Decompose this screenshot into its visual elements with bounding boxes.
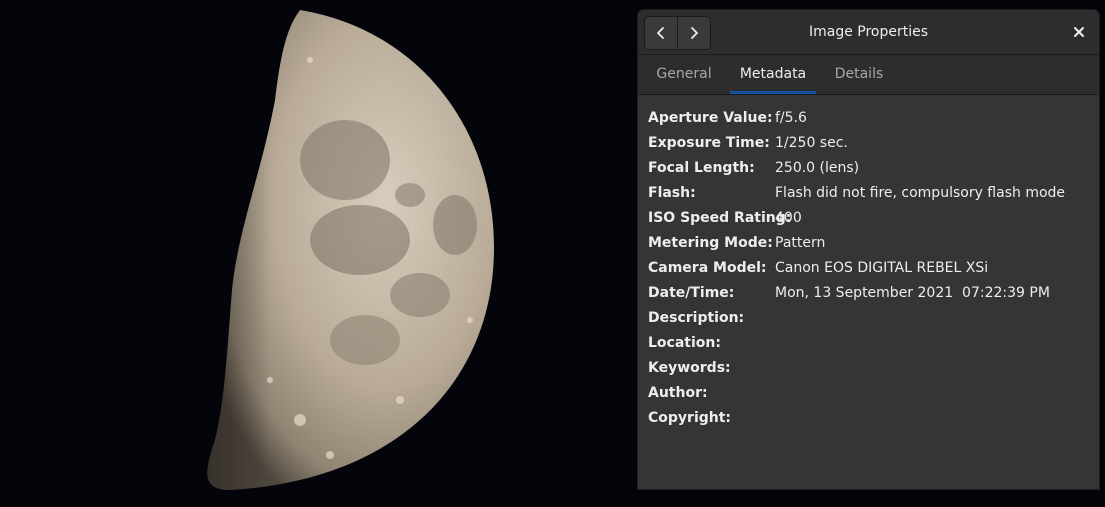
previous-image-button[interactable] bbox=[645, 17, 677, 49]
metadata-row-description: Description: bbox=[648, 308, 1093, 333]
metadata-key: Aperture Value: bbox=[648, 110, 773, 126]
metadata-row-keywords: Keywords: bbox=[648, 358, 1093, 383]
metadata-row-author: Author: bbox=[648, 383, 1093, 408]
navigation-buttons bbox=[644, 16, 711, 50]
metadata-row-aperture: Aperture Value: f/5.6 bbox=[648, 108, 1093, 133]
metadata-value: Pattern bbox=[775, 235, 826, 251]
metadata-value: Canon EOS DIGITAL REBEL XSi bbox=[775, 260, 989, 276]
metadata-key: Location: bbox=[648, 335, 721, 351]
metadata-row-camera-model: Camera Model: Canon EOS DIGITAL REBEL XS… bbox=[648, 258, 1093, 283]
metadata-key: Camera Model: bbox=[648, 260, 767, 276]
chevron-right-icon bbox=[691, 27, 698, 39]
chevron-left-icon bbox=[657, 27, 664, 39]
metadata-row-exposure: Exposure Time: 1/250 sec. bbox=[648, 133, 1093, 158]
header-bar: Image Properties bbox=[638, 10, 1099, 55]
metadata-key: Copyright: bbox=[648, 410, 732, 426]
metadata-key: Description: bbox=[648, 310, 745, 326]
metadata-row-date-time: Date/Time: Mon, 13 September 2021 07:22:… bbox=[648, 283, 1093, 308]
metadata-key: Focal Length: bbox=[648, 160, 755, 176]
tab-general[interactable]: General bbox=[646, 55, 722, 94]
metadata-value: Flash did not fire, compulsory flash mod… bbox=[775, 185, 1066, 201]
metadata-value: 400 bbox=[775, 210, 802, 226]
image-properties-dialog: Image Properties General Metadata Detail… bbox=[637, 9, 1100, 490]
metadata-value: f/5.6 bbox=[775, 110, 807, 126]
metadata-row-focal-length: Focal Length: 250.0 (lens) bbox=[648, 158, 1093, 183]
metadata-key: Flash: bbox=[648, 185, 696, 201]
tab-details[interactable]: Details bbox=[824, 55, 894, 94]
image-viewer: Image Properties General Metadata Detail… bbox=[0, 0, 1105, 507]
tab-bar: General Metadata Details bbox=[638, 55, 1099, 95]
metadata-row-copyright: Copyright: bbox=[648, 408, 1093, 433]
metadata-key: Exposure Time: bbox=[648, 135, 770, 151]
metadata-key: Author: bbox=[648, 385, 708, 401]
metadata-row-location: Location: bbox=[648, 333, 1093, 358]
metadata-key: Metering Mode: bbox=[648, 235, 773, 251]
close-icon bbox=[1074, 27, 1084, 37]
metadata-list: Aperture Value: f/5.6 Exposure Time: 1/2… bbox=[648, 108, 1093, 433]
metadata-value: Mon, 13 September 2021 07:22:39 PM bbox=[775, 285, 1050, 301]
metadata-key: Keywords: bbox=[648, 360, 731, 376]
metadata-key: Date/Time: bbox=[648, 285, 735, 301]
tab-metadata[interactable]: Metadata bbox=[730, 55, 816, 94]
metadata-value: 250.0 (lens) bbox=[775, 160, 860, 176]
close-button[interactable] bbox=[1067, 20, 1091, 44]
metadata-key: ISO Speed Rating: bbox=[648, 210, 792, 226]
metadata-row-iso: ISO Speed Rating: 400 bbox=[648, 208, 1093, 233]
metadata-row-flash: Flash: Flash did not fire, compulsory fl… bbox=[648, 183, 1093, 208]
next-image-button[interactable] bbox=[677, 17, 710, 49]
metadata-row-metering: Metering Mode: Pattern bbox=[648, 233, 1093, 258]
metadata-value: 1/250 sec. bbox=[775, 135, 848, 151]
